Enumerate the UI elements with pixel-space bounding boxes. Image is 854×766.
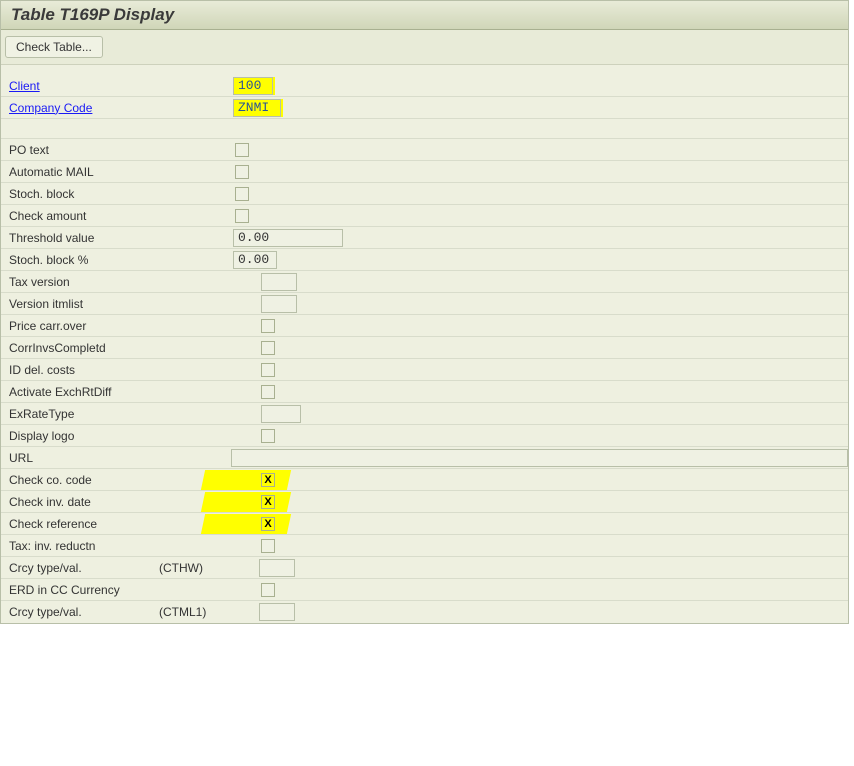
- row-check-reference: Check reference X: [1, 513, 848, 535]
- row-price-carr-over: Price carr.over: [1, 315, 848, 337]
- po-text-checkbox[interactable]: [235, 143, 249, 157]
- po-text-label: PO text: [9, 143, 159, 157]
- display-logo-label: Display logo: [9, 429, 159, 443]
- activate-exchrtdiff-checkbox[interactable]: [261, 385, 275, 399]
- client-label[interactable]: Client: [9, 79, 159, 93]
- content-area: Client 100 Company Code ZNMI PO text Aut…: [1, 65, 848, 623]
- erd-in-cc-currency-checkbox[interactable]: [261, 583, 275, 597]
- row-stoch-block-pct: Stoch. block %: [1, 249, 848, 271]
- price-carr-over-checkbox[interactable]: [261, 319, 275, 333]
- row-url: URL: [1, 447, 848, 469]
- check-amount-label: Check amount: [9, 209, 159, 223]
- activate-exchrtdiff-label: Activate ExchRtDiff: [9, 385, 159, 399]
- tax-inv-reductn-checkbox[interactable]: [261, 539, 275, 553]
- version-itemlist-label: Version itmlist: [9, 297, 159, 311]
- id-del-costs-label: ID del. costs: [9, 363, 159, 377]
- row-crcy-type-val-cthw: Crcy type/val. (CTHW): [1, 557, 848, 579]
- company-code-value: ZNMI: [233, 99, 281, 117]
- version-itemlist-input[interactable]: [261, 295, 297, 313]
- row-ex-rate-type: ExRateType: [1, 403, 848, 425]
- stoch-block-checkbox[interactable]: [235, 187, 249, 201]
- company-code-highlight: ZNMI: [233, 99, 283, 117]
- row-client: Client 100: [1, 75, 848, 97]
- row-erd-in-cc-currency: ERD in CC Currency: [1, 579, 848, 601]
- row-activate-exchrtdiff: Activate ExchRtDiff: [1, 381, 848, 403]
- threshold-value-label: Threshold value: [9, 231, 159, 245]
- company-code-label[interactable]: Company Code: [9, 101, 159, 115]
- check-amount-checkbox[interactable]: [235, 209, 249, 223]
- corr-invs-completd-checkbox[interactable]: [261, 341, 275, 355]
- row-check-inv-date: Check inv. date X: [1, 491, 848, 513]
- ex-rate-type-input[interactable]: [261, 405, 301, 423]
- ex-rate-type-label: ExRateType: [9, 407, 159, 421]
- page-title: Table T169P Display: [11, 5, 174, 24]
- check-table-button[interactable]: Check Table...: [5, 36, 103, 58]
- automatic-mail-label: Automatic MAIL: [9, 165, 159, 179]
- row-company-code: Company Code ZNMI: [1, 97, 848, 119]
- url-label: URL: [9, 451, 231, 465]
- corr-invs-completd-label: CorrInvsCompletd: [9, 341, 159, 355]
- ctml1-label: (CTML1): [159, 605, 231, 619]
- crcy-type-val-label-2: Crcy type/val.: [9, 605, 159, 619]
- stoch-block-pct-input[interactable]: [233, 251, 277, 269]
- client-value: 100: [233, 77, 273, 95]
- tax-version-label: Tax version: [9, 275, 159, 289]
- check-co-code-highlight: X: [233, 471, 275, 489]
- tax-inv-reductn-label: Tax: inv. reductn: [9, 539, 159, 553]
- row-version-itemlist: Version itmlist: [1, 293, 848, 315]
- threshold-value-input[interactable]: [233, 229, 343, 247]
- crcy-type-val-label-1: Crcy type/val.: [9, 561, 159, 575]
- check-inv-date-checkbox[interactable]: X: [261, 495, 275, 509]
- price-carr-over-label: Price carr.over: [9, 319, 159, 333]
- display-logo-checkbox[interactable]: [261, 429, 275, 443]
- row-corr-invs-completd: CorrInvsCompletd: [1, 337, 848, 359]
- toolbar: Check Table...: [1, 30, 848, 65]
- row-tax-version: Tax version: [1, 271, 848, 293]
- check-reference-checkbox[interactable]: X: [261, 517, 275, 531]
- row-check-co-code: Check co. code X: [1, 469, 848, 491]
- automatic-mail-checkbox[interactable]: [235, 165, 249, 179]
- check-co-code-label: Check co. code: [9, 473, 159, 487]
- row-po-text: PO text: [1, 139, 848, 161]
- row-id-del-costs: ID del. costs: [1, 359, 848, 381]
- row-stoch-block: Stoch. block: [1, 183, 848, 205]
- id-del-costs-checkbox[interactable]: [261, 363, 275, 377]
- stoch-block-pct-label: Stoch. block %: [9, 253, 159, 267]
- erd-in-cc-currency-label: ERD in CC Currency: [9, 583, 159, 597]
- window: Table T169P Display Check Table... Clien…: [0, 0, 849, 624]
- row-display-logo: Display logo: [1, 425, 848, 447]
- client-highlight: 100: [233, 77, 275, 95]
- stoch-block-label: Stoch. block: [9, 187, 159, 201]
- row-automatic-mail: Automatic MAIL: [1, 161, 848, 183]
- row-crcy-type-val-ctml1: Crcy type/val. (CTML1): [1, 601, 848, 623]
- check-reference-highlight: X: [233, 515, 275, 533]
- cthw-label: (CTHW): [159, 561, 231, 575]
- row-threshold-value: Threshold value: [1, 227, 848, 249]
- row-tax-inv-reductn: Tax: inv. reductn: [1, 535, 848, 557]
- crcy-type-val-ctml1-input[interactable]: [259, 603, 295, 621]
- tax-version-input[interactable]: [261, 273, 297, 291]
- check-co-code-checkbox[interactable]: X: [261, 473, 275, 487]
- check-inv-date-highlight: X: [233, 493, 275, 511]
- row-check-amount: Check amount: [1, 205, 848, 227]
- check-reference-label: Check reference: [9, 517, 159, 531]
- check-inv-date-label: Check inv. date: [9, 495, 159, 509]
- crcy-type-val-cthw-input[interactable]: [259, 559, 295, 577]
- titlebar: Table T169P Display: [1, 1, 848, 30]
- url-input[interactable]: [231, 449, 848, 467]
